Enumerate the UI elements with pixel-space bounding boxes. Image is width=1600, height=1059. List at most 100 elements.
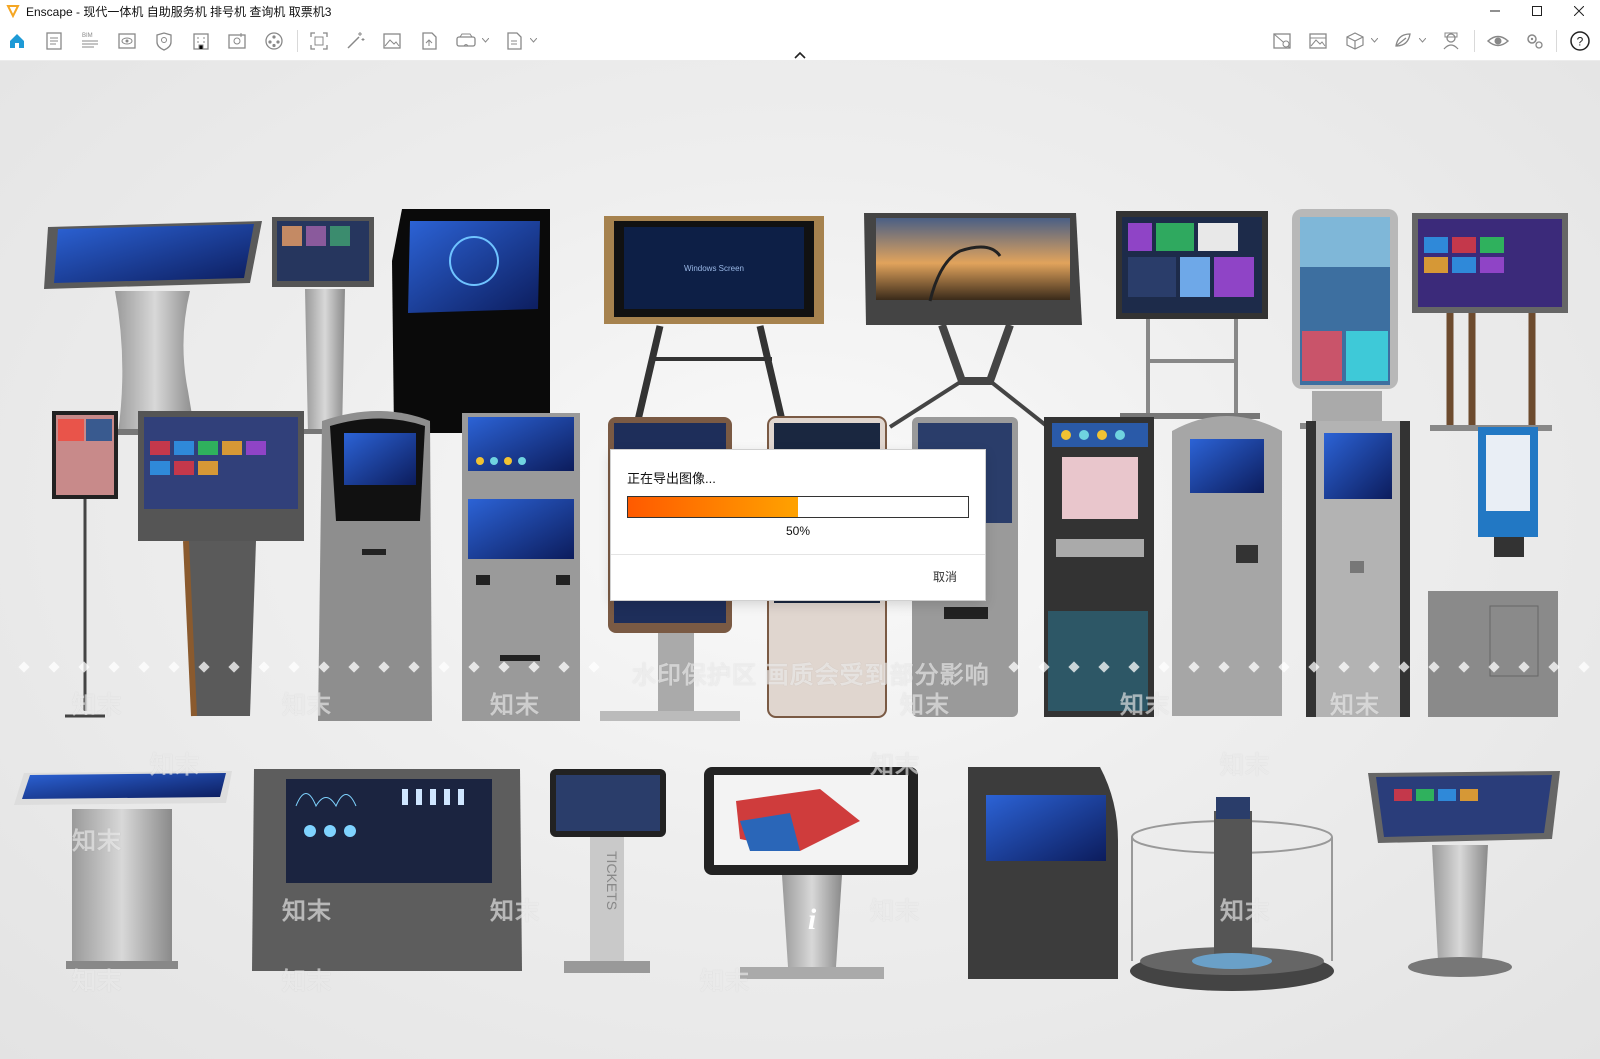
cube-icon	[1346, 32, 1364, 50]
maximize-button[interactable]	[1516, 0, 1558, 22]
magic-wand-button[interactable]	[341, 28, 369, 54]
document-icon	[46, 32, 62, 50]
collapse-toolbar-chevron-icon[interactable]	[792, 50, 808, 60]
progress-bar-fill	[628, 497, 798, 517]
progress-percent-label: 50%	[785, 524, 811, 538]
asset-library-button[interactable]	[223, 28, 251, 54]
close-window-button[interactable]	[1558, 0, 1600, 22]
bim-button[interactable]: BIM	[76, 28, 104, 54]
batch-export-button[interactable]	[500, 28, 537, 54]
watermark-brand-text: 知末	[1220, 898, 1270, 925]
capture-icon	[310, 32, 328, 50]
panorama-button[interactable]	[1304, 28, 1332, 54]
kiosk-dark-dashboard-console	[252, 769, 522, 971]
kiosk-dual-screen-queue-machine	[462, 413, 580, 721]
kiosk-low-slanted-table	[14, 771, 232, 969]
help-button[interactable]: ?	[1566, 28, 1594, 54]
chevron-down-icon	[530, 38, 537, 43]
cube-button[interactable]	[1341, 28, 1378, 54]
visibility-icon	[118, 33, 136, 49]
cancel-export-button[interactable]: 取消	[933, 568, 957, 585]
kiosk-dark-slanted-cabinet	[968, 767, 1118, 979]
watermark-brand-text: 知末	[900, 692, 950, 719]
minimize-icon	[1490, 10, 1500, 12]
watermark-brand-text: 知末	[282, 692, 332, 719]
image-icon	[383, 33, 401, 49]
svg-text:TICKETS: TICKETS	[604, 851, 620, 910]
reel-button[interactable]	[260, 28, 288, 54]
chevron-down-icon	[482, 38, 489, 43]
export-progress-dialog: 正在导出图像... 50% 取消	[611, 450, 985, 600]
minimize-button[interactable]	[1474, 0, 1516, 22]
window-title: Enscape - 现代一体机 自助服务机 排号机 查询机 取票机3	[26, 4, 332, 19]
kiosk-tall-slim-terminal	[1306, 421, 1410, 717]
kiosk-atm-teal-cabinet	[1044, 417, 1154, 717]
kiosk-sunset-landscape-display	[864, 213, 1082, 429]
render-settings-icon	[1273, 33, 1291, 49]
enscape-logo-icon	[6, 5, 20, 18]
watermark-brand-text: 知末	[870, 752, 920, 779]
kiosk-win8-slanted-table	[1368, 771, 1560, 977]
building-button[interactable]	[187, 28, 215, 54]
visibility-button[interactable]	[113, 28, 141, 54]
render-settings-button[interactable]	[1268, 28, 1296, 54]
kiosk-win8-tile-stand	[1412, 213, 1568, 431]
batch-export-icon	[507, 32, 522, 50]
watermark-brand-text: 知末	[700, 968, 750, 995]
capture-button[interactable]	[305, 28, 333, 54]
kiosk-vertical-advertising-tower	[1292, 209, 1398, 429]
kiosk-wayfinding-map-info: i	[704, 767, 918, 979]
atmosphere-button[interactable]	[1389, 28, 1426, 54]
chevron-down-icon	[1419, 38, 1426, 43]
title-bar: Enscape - 现代一体机 自助服务机 排号机 查询机 取票机3	[0, 0, 1600, 22]
atmosphere-icon	[1395, 33, 1411, 47]
watermark-brand-text: 知末	[72, 828, 122, 855]
watermark-brand-text: 知末	[490, 692, 540, 719]
watermark-brand-text: 知末	[870, 898, 920, 925]
asset-library-icon	[228, 33, 246, 49]
home-icon	[10, 34, 24, 48]
watermark-brand-text: 知末	[1220, 752, 1270, 779]
magic-wand-icon	[347, 32, 365, 49]
svg-text:?: ?	[1577, 35, 1584, 49]
eye-icon	[1486, 35, 1510, 47]
screenshot-button[interactable]	[378, 28, 406, 54]
kiosk-wood-frame-easel: Windows Screen	[604, 216, 824, 434]
eye-button[interactable]	[1484, 28, 1512, 54]
chevron-down-icon	[1371, 38, 1378, 43]
settings-button[interactable]	[1521, 28, 1549, 54]
watermark-brand-text: 知末	[1330, 692, 1380, 719]
kiosk-curved-self-service-terminal	[318, 411, 432, 721]
kiosk-gray-arched-terminal	[1172, 416, 1282, 716]
document-button[interactable]	[40, 28, 68, 54]
bim-list-icon: BIM	[82, 33, 98, 48]
export-progress-bar	[627, 496, 969, 518]
watermark-brand-text: 知末	[282, 968, 332, 995]
kiosk-compact-touch-stand	[272, 217, 374, 434]
avatar-icon	[1443, 32, 1459, 50]
vr-headset-icon	[456, 33, 476, 47]
material-button[interactable]	[150, 28, 178, 54]
watermark-brand-text: 知末	[72, 968, 122, 995]
vr-headset-button[interactable]	[452, 28, 489, 54]
toolbar-separator	[1474, 30, 1475, 52]
export-file-icon	[422, 32, 437, 50]
export-status-message: 正在导出图像...	[627, 471, 716, 486]
avatar-button[interactable]	[1437, 28, 1465, 54]
settings-icon	[1527, 34, 1543, 49]
watermark-brand-text: 知末	[490, 898, 540, 925]
building-icon	[193, 33, 209, 50]
svg-text:Windows Screen: Windows Screen	[684, 264, 744, 273]
toolbar-separator	[1556, 30, 1557, 52]
panorama-icon	[1309, 33, 1327, 49]
kiosk-dashboard-rolling-stand	[1116, 211, 1268, 430]
export-file-button[interactable]	[415, 28, 443, 54]
watermark-brand-text: 知末	[282, 898, 332, 925]
close-icon	[1574, 6, 1584, 16]
dialog-divider	[611, 554, 985, 555]
home-button[interactable]	[3, 28, 31, 54]
toolbar-separator	[297, 30, 298, 52]
kiosk-slanted-touch-table	[44, 221, 262, 435]
material-icon	[156, 32, 172, 51]
watermark-brand-text: 知末	[72, 692, 122, 719]
